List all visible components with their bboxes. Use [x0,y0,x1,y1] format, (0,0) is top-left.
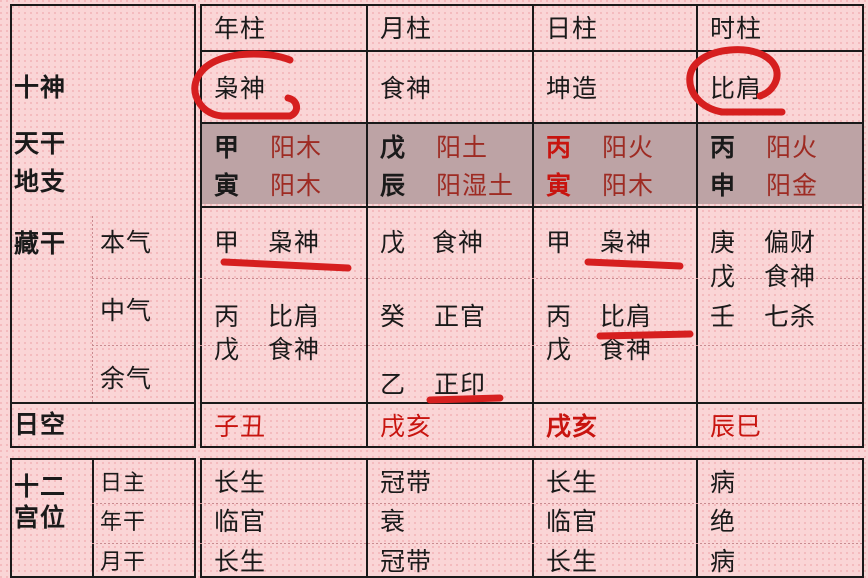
palace-yuegan-hour: 病 [710,548,737,576]
hidden-stem-sub-divider [92,216,93,402]
hidden-stem-day-zhongqi2-stem: 戊 [546,336,573,364]
column-header-year: 年柱 [214,15,267,43]
palace-sublabel-divider-2 [92,543,196,544]
heavenly-stem-month-element: 阳土 [436,134,489,162]
left-label-panel-upper [10,4,196,404]
row-label-heavenly-stem: 天干 [14,130,67,158]
row-label-twelve-palaces: 十二 宫位 [14,468,94,538]
earthly-branch-year-char: 寅 [214,172,241,200]
hidden-stem-day-benqi-god: 枭神 [600,229,653,257]
hidden-stem-hour-zhongqi-stem: 壬 [710,303,737,331]
hidden-stem-day-zhongqi-god: 比肩 [600,303,653,331]
heavenly-stem-hour-element: 阳火 [766,134,819,162]
hidden-stem-day-zhongqi2-god: 食神 [600,336,653,364]
heavenly-stem-year-char: 甲 [214,134,241,162]
ten-god-day: 坤造 [546,75,599,103]
heavenly-stem-hour-char: 丙 [710,134,737,162]
hidden-stem-year-benqi-god: 枭神 [268,229,321,257]
heavenly-stem-year-element: 阳木 [270,134,323,162]
palace-rizhu-hour: 病 [710,469,737,497]
header-row-bottom-border [200,50,864,52]
twelve-palaces-label-line2: 宫位 [14,505,67,532]
column-divider-3 [696,4,698,448]
palace-niangan-month: 衰 [380,508,407,536]
row-label-day-void: 日空 [14,411,67,439]
heavenly-stem-day-element: 阳火 [602,134,655,162]
palace-yuegan-day: 长生 [546,548,599,576]
palace-rizhu-year: 长生 [214,469,267,497]
palace-column-divider-3 [696,458,698,578]
column-header-hour: 时柱 [710,15,763,43]
earthly-branch-day-element: 阳木 [602,172,655,200]
palace-rizhu-day: 长生 [546,469,599,497]
bazi-chart-page: 十神 天干 地支 藏干 本气 中气 余气 日空 十二 宫位 日主 年干 月干 年… [0,0,868,578]
column-header-month: 月柱 [380,15,433,43]
palace-column-divider-2 [532,458,534,578]
hidden-stem-sublabel-benqi: 本气 [100,229,153,257]
hidden-stem-sublabel-yuqi: 余气 [100,365,153,393]
day-void-year: 子丑 [214,413,267,441]
hidden-stem-sublabel-zhongqi: 中气 [100,297,153,325]
palace-niangan-year: 临官 [214,508,267,536]
hidden-stem-year-zhongqi-god: 比肩 [268,303,321,331]
hidden-stem-year-zhongqi2-god: 食神 [268,336,321,364]
palace-row-divider-1 [200,503,864,504]
hidden-stem-month-zhongqi-stem: 癸 [380,303,407,331]
row-label-earthly-branch: 地支 [14,168,67,196]
hidden-stem-month-yuqi-god: 正印 [434,371,487,399]
palace-sublabel-niangan: 年干 [100,509,147,534]
heavenly-stem-day-char: 丙 [546,134,573,162]
hidden-stem-month-zhongqi-god: 正官 [434,303,487,331]
hidden-stem-hour-benqi-stem: 庚 [710,229,737,257]
ten-gods-row-bottom-border [200,122,864,124]
day-void-day: 戌亥 [546,413,599,441]
palace-sublabel-yuegan: 月干 [100,549,147,574]
hidden-stem-year-benqi-stem: 甲 [214,229,241,257]
hidden-stems-bottom-border [200,402,864,404]
hidden-stem-year-zhongqi-stem: 丙 [214,303,241,331]
palace-row-divider-2 [200,543,864,544]
earthly-branch-day-char: 寅 [546,172,573,200]
palace-sublabel-rizhu: 日主 [100,470,147,495]
earthly-branch-hour-element: 阳金 [766,172,819,200]
palace-column-divider-1 [366,458,368,578]
hidden-stem-sublabel-divider-1 [92,278,196,279]
palace-yuegan-month: 冠带 [380,548,433,576]
palace-sublabel-divider-1 [92,503,196,504]
earthly-branch-year-element: 阳木 [270,172,323,200]
ten-god-hour: 比肩 [710,75,763,103]
hidden-stem-hour-benqi2-stem: 戊 [710,263,737,291]
hidden-stem-hour-benqi2-god: 食神 [764,263,817,291]
palace-sub-divider [92,458,94,578]
hidden-stem-sublabel-divider-2 [92,345,196,346]
palace-niangan-hour: 绝 [710,508,737,536]
earthly-branch-month-char: 辰 [380,172,407,200]
day-void-month: 戌亥 [380,413,433,441]
hidden-stem-month-benqi-god: 食神 [432,229,485,257]
hidden-stem-day-benqi-stem: 甲 [546,229,573,257]
palace-yuegan-year: 长生 [214,548,267,576]
palace-niangan-day: 临官 [546,508,599,536]
ten-god-year: 枭神 [214,75,267,103]
heavenly-stem-month-char: 戊 [380,134,407,162]
hidden-stem-month-yuqi-stem: 乙 [380,371,407,399]
column-divider-1 [366,4,368,448]
ten-god-month: 食神 [380,75,433,103]
palace-rizhu-month: 冠带 [380,469,433,497]
hidden-stem-hour-zhongqi-god: 七杀 [764,303,817,331]
column-header-day: 日柱 [546,15,599,43]
branch-row-bottom-border [200,206,864,208]
row-label-ten-gods: 十神 [14,74,67,102]
hidden-stem-year-zhongqi2-stem: 戊 [214,336,241,364]
twelve-palaces-label-line1: 十二 [14,474,67,501]
hidden-stem-day-zhongqi-stem: 丙 [546,303,573,331]
day-void-hour: 辰巳 [710,413,763,441]
hidden-stem-hour-benqi-god: 偏财 [764,229,817,257]
hidden-stem-month-benqi-stem: 戊 [380,229,407,257]
earthly-branch-hour-char: 申 [710,172,737,200]
